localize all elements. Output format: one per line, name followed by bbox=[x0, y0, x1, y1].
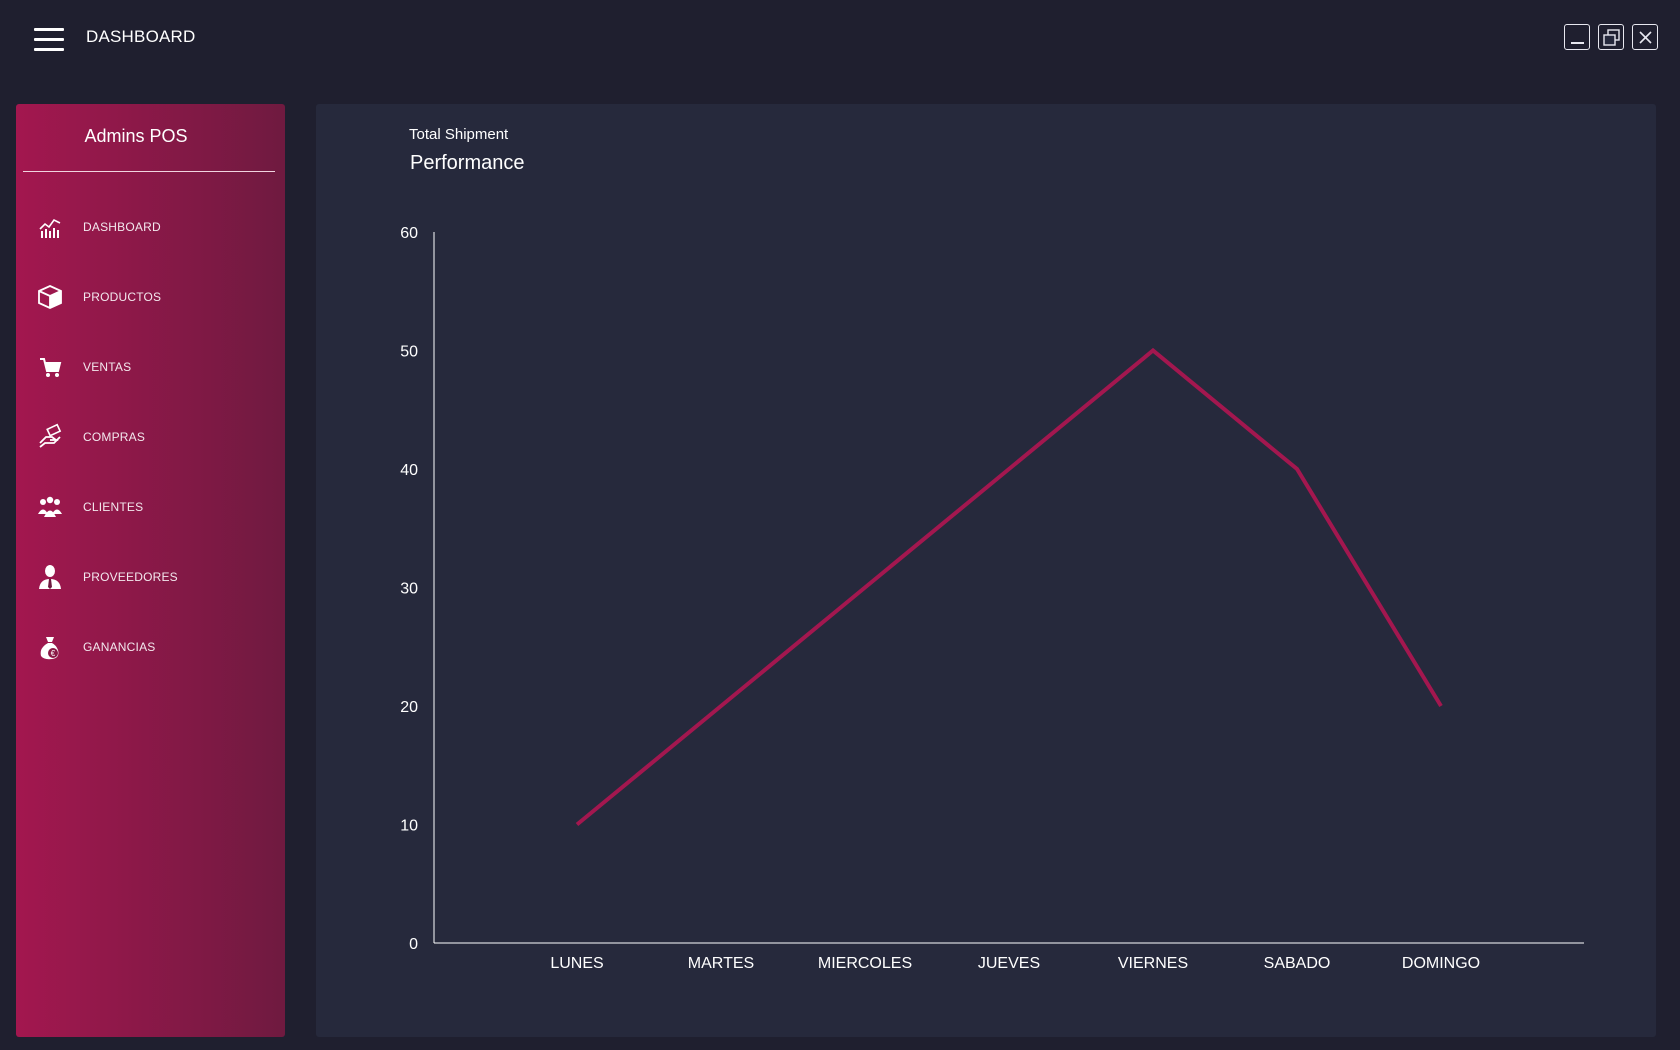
x-tick-label: SABADO bbox=[1264, 955, 1331, 972]
y-tick-label: 0 bbox=[409, 936, 418, 953]
y-tick-label: 60 bbox=[400, 225, 418, 242]
x-tick-label: MARTES bbox=[688, 955, 754, 972]
svg-text:€: € bbox=[51, 649, 56, 658]
box-icon bbox=[36, 283, 64, 311]
sidebar-item-label: CLIENTES bbox=[83, 500, 144, 514]
hand-payment-icon bbox=[36, 423, 64, 451]
sidebar-item-label: VENTAS bbox=[83, 360, 132, 374]
x-tick-label: JUEVES bbox=[978, 955, 1040, 972]
chart-icon bbox=[36, 213, 64, 241]
minimize-icon[interactable] bbox=[1564, 24, 1590, 50]
brand-divider bbox=[23, 171, 275, 172]
brand-title: Admins POS bbox=[84, 126, 188, 146]
sidebar-item-compras[interactable]: COMPRAS bbox=[16, 417, 285, 457]
sidebar-item-label: DASHBOARD bbox=[83, 220, 161, 234]
x-tick-label: MIERCOLES bbox=[818, 955, 912, 972]
line-chart: 0 10 20 30 40 50 60 LUNES MARTES MIERCOLES JUEVES V… bbox=[400, 225, 1584, 972]
series-line bbox=[575, 347, 1443, 827]
x-tick-label: LUNES bbox=[550, 955, 603, 972]
y-tick-label: 10 bbox=[400, 818, 418, 835]
sidebar-item-label: PRODUCTOS bbox=[83, 290, 162, 304]
sidebar-item-ventas[interactable]: VENTAS bbox=[16, 347, 285, 387]
y-tick-label: 20 bbox=[400, 699, 418, 716]
money-bag-icon: € bbox=[36, 633, 64, 661]
page-title: DASHBOARD bbox=[86, 27, 196, 46]
sidebar-item-productos[interactable]: PRODUCTOS bbox=[16, 277, 285, 317]
x-tick-label: DOMINGO bbox=[1402, 955, 1480, 972]
hamburger-menu-icon[interactable] bbox=[34, 28, 64, 52]
top-bar: DASHBOARD bbox=[0, 0, 1680, 80]
y-tick-label: 40 bbox=[400, 462, 418, 479]
sidebar-item-dashboard[interactable]: DASHBOARD bbox=[16, 207, 285, 247]
sidebar-item-clientes[interactable]: CLIENTES bbox=[16, 487, 285, 527]
restore-icon[interactable] bbox=[1598, 24, 1624, 50]
cart-icon bbox=[36, 353, 64, 381]
y-tick-label: 30 bbox=[400, 581, 418, 598]
x-tick-label: VIERNES bbox=[1118, 955, 1188, 972]
sidebar-item-ganancias[interactable]: € GANANCIAS bbox=[16, 627, 285, 667]
window-controls bbox=[1564, 24, 1658, 50]
sidebar-item-proveedores[interactable]: PROVEEDORES bbox=[16, 557, 285, 597]
sidebar-item-label: COMPRAS bbox=[83, 430, 146, 444]
sidebar-item-label: PROVEEDORES bbox=[83, 570, 178, 584]
y-tick-label: 50 bbox=[400, 344, 418, 361]
sidebar: Admins POS DASHBOARD PRODUCTOS VENTAS CO… bbox=[16, 104, 285, 1037]
close-icon[interactable] bbox=[1632, 24, 1658, 50]
sidebar-item-label: GANANCIAS bbox=[83, 640, 156, 654]
supplier-icon bbox=[36, 563, 64, 591]
users-icon bbox=[36, 493, 64, 521]
chart-panel: Total Shipment Performance 0 10 20 30 40 50 60… bbox=[316, 104, 1656, 1037]
